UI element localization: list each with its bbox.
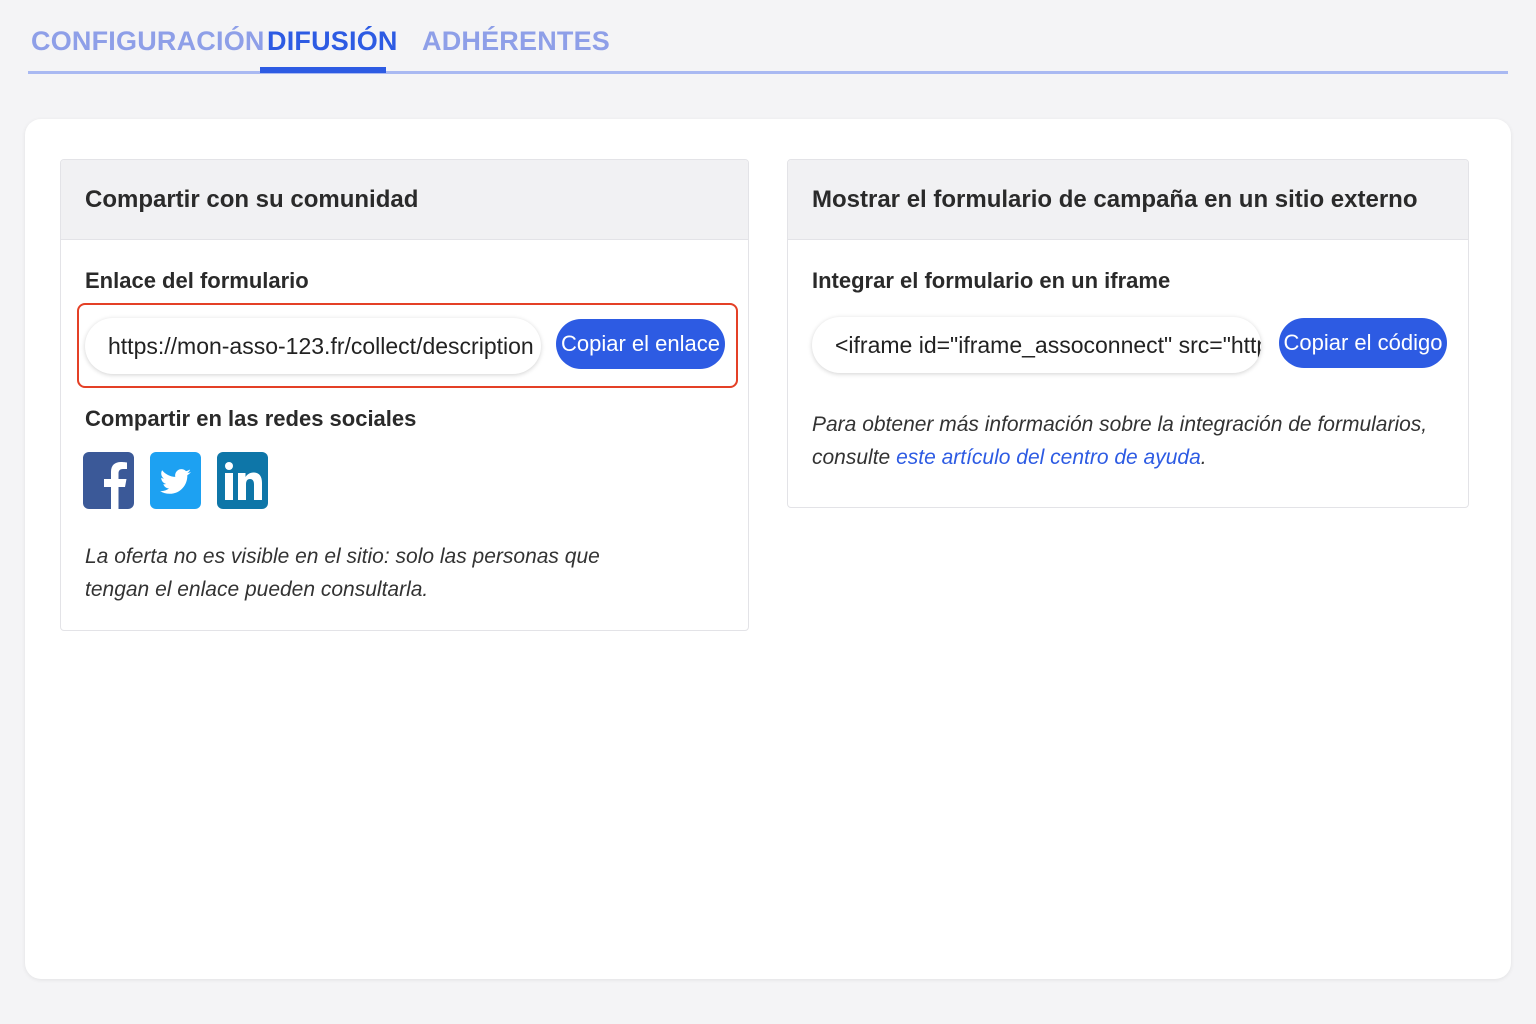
content-panel: Compartir con su comunidad Enlace del fo…	[25, 119, 1511, 979]
embed-card: Mostrar el formulario de campaña en un s…	[787, 159, 1469, 508]
twitter-icon[interactable]	[150, 452, 201, 509]
visibility-note: La oferta no es visible en el sitio: sol…	[85, 540, 600, 606]
social-label: Compartir en las redes sociales	[85, 406, 417, 431]
embed-card-title: Mostrar el formulario de campaña en un s…	[788, 160, 1468, 240]
help-center-link[interactable]: este artículo del centro de ayuda	[896, 446, 1201, 469]
share-card: Compartir con su comunidad Enlace del fo…	[60, 159, 749, 631]
tab-adherentes[interactable]: ADHÉRENTES	[422, 26, 610, 57]
tab-difusion[interactable]: DIFUSIÓN	[267, 26, 398, 57]
visibility-note-line1: La oferta no es visible en el sitio: sol…	[85, 545, 600, 568]
facebook-icon[interactable]	[83, 452, 134, 509]
share-card-title: Compartir con su comunidad	[61, 160, 748, 240]
tab-bar: CONFIGURACIÓN DIFUSIÓN ADHÉRENTES	[28, 0, 1508, 74]
help-note-prefix: consulte	[812, 446, 897, 469]
iframe-label: Integrar el formulario en un iframe	[812, 268, 1171, 293]
active-tab-indicator	[260, 67, 386, 73]
copy-link-button[interactable]: Copiar el enlace	[556, 319, 725, 369]
link-label: Enlace del formulario	[85, 268, 309, 293]
copy-code-button[interactable]: Copiar el código	[1279, 318, 1447, 368]
linkedin-icon[interactable]	[217, 452, 268, 509]
help-note: Para obtener más información sobre la in…	[812, 408, 1427, 474]
iframe-code-field[interactable]: <iframe id="iframe_assoconnect" src="htt…	[812, 317, 1261, 373]
link-field[interactable]: https://mon-asso-123.fr/collect/descript…	[85, 318, 541, 374]
help-note-line1: Para obtener más información sobre la in…	[812, 413, 1428, 436]
help-note-suffix: .	[1200, 446, 1207, 469]
visibility-note-line2: tengan el enlace pueden consultarla.	[85, 578, 429, 601]
tab-configuracion[interactable]: CONFIGURACIÓN	[31, 26, 265, 57]
